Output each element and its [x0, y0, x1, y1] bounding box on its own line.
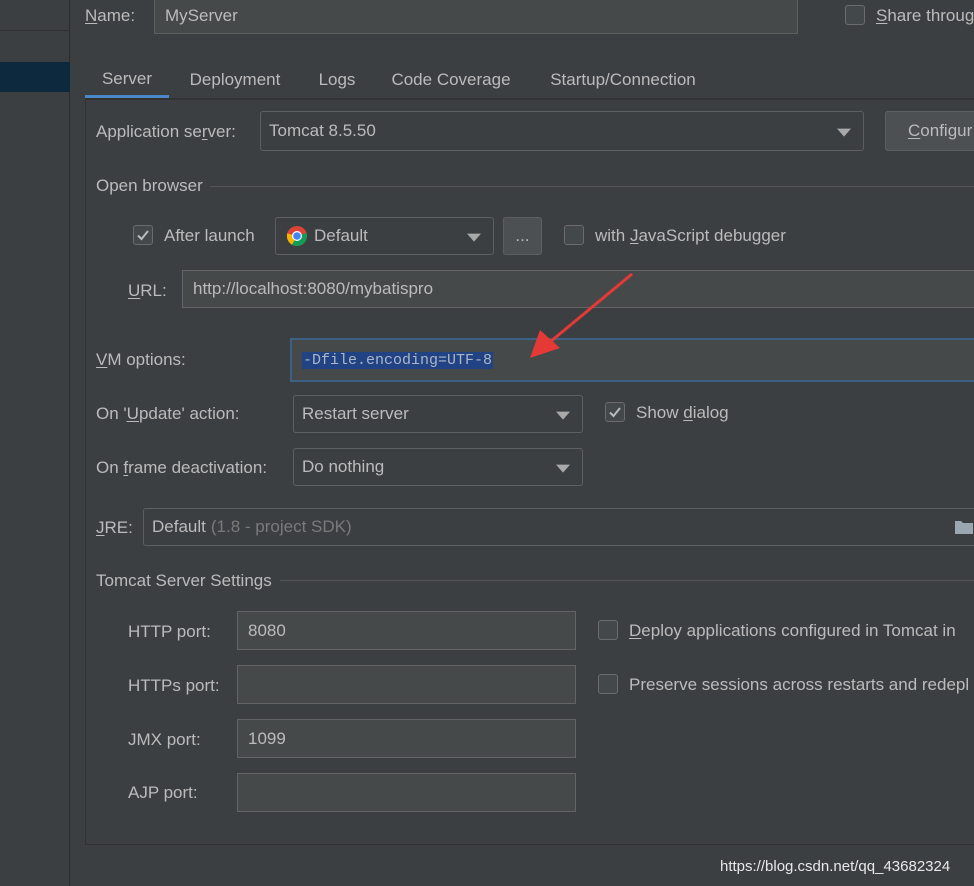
- browse-browser-button[interactable]: ...: [503, 217, 542, 255]
- chevron-down-icon: [556, 464, 570, 473]
- after-launch-checkbox[interactable]: [133, 225, 153, 245]
- checkmark-icon: [137, 230, 149, 241]
- on-update-label: On 'Update' action:: [96, 404, 240, 423]
- jre-value: Default: [152, 517, 206, 536]
- annotation-arrow-icon: [530, 272, 633, 358]
- tab-server-label: Server: [101, 68, 153, 88]
- name-field-value: MyServer: [165, 6, 238, 25]
- name-label: Name:: [85, 6, 136, 25]
- js-debugger-label: with JavaScript debugger: [595, 226, 786, 245]
- tomcat-settings-divider: [280, 580, 974, 581]
- on-update-value: Restart server: [302, 404, 409, 423]
- jmx-port-label: JMX port:: [128, 730, 201, 749]
- https-port-label: HTTPs port:: [128, 676, 220, 695]
- http-port-value: 8080: [248, 620, 286, 640]
- tab-code-coverage[interactable]: Code Coverage: [378, 62, 524, 98]
- chevron-down-icon: [556, 411, 570, 420]
- share-label-rest: hare throug: [887, 6, 974, 25]
- browser-value: Default: [314, 226, 368, 245]
- jre-label: JRE:: [96, 518, 133, 537]
- show-dialog-checkbox[interactable]: [605, 402, 625, 422]
- vm-options-label: VM options:: [96, 350, 186, 369]
- tab-server[interactable]: Server: [85, 62, 169, 98]
- tree-divider: [0, 30, 70, 31]
- chrome-icon: [286, 226, 307, 247]
- vm-options-value: -Dfile.encoding=UTF-8: [302, 351, 494, 369]
- show-dialog-label: Show dialog: [636, 403, 729, 422]
- jre-hint: (1.8 - project SDK): [210, 517, 352, 536]
- http-port-field[interactable]: 8080: [237, 611, 576, 650]
- tree-selected-row[interactable]: [0, 62, 70, 92]
- url-field-value: http://localhost:8080/mybatispro: [193, 279, 434, 298]
- jmx-port-field[interactable]: 1099: [237, 719, 576, 758]
- open-browser-divider: [210, 186, 974, 187]
- app-server-label: Application server:: [96, 122, 236, 141]
- after-launch-label: After launch: [164, 226, 255, 245]
- checkmark-icon: [609, 407, 621, 418]
- js-debugger-checkbox[interactable]: [564, 225, 584, 245]
- tab-deployment[interactable]: Deployment: [171, 62, 299, 98]
- chevron-down-icon: [467, 233, 481, 242]
- deploy-apps-checkbox[interactable]: [598, 620, 618, 640]
- preserve-sessions-checkbox[interactable]: [598, 674, 618, 694]
- configure-button[interactable]: Configur: [885, 111, 974, 151]
- on-frame-value: Do nothing: [302, 457, 385, 476]
- preserve-sessions-label: Preserve sessions across restarts and re…: [629, 675, 970, 694]
- chevron-down-icon: [837, 128, 851, 137]
- browse-button-label: ...: [515, 226, 530, 245]
- on-frame-label: On frame deactivation:: [96, 458, 268, 477]
- share-checkbox[interactable]: [845, 5, 865, 25]
- deploy-apps-label: Deploy applications configured in Tomcat…: [629, 621, 956, 640]
- tab-deployment-label: Deployment: [189, 70, 281, 89]
- url-label: URL:: [128, 281, 167, 300]
- https-port-field[interactable]: [237, 665, 576, 704]
- config-tree-panel: [0, 0, 70, 886]
- browser-select[interactable]: Default: [275, 217, 494, 255]
- folder-icon[interactable]: [954, 518, 974, 536]
- tab-logs-label: Logs: [318, 70, 356, 89]
- ajp-port-label: AJP port:: [128, 783, 198, 802]
- jre-select[interactable]: Default (1.8 - project SDK): [143, 508, 974, 546]
- watermark-url: https://blog.csdn.net/qq_43682324: [720, 858, 951, 875]
- tab-logs[interactable]: Logs: [305, 62, 369, 98]
- open-browser-title: Open browser: [96, 176, 203, 195]
- app-server-select[interactable]: Tomcat 8.5.50: [260, 111, 864, 151]
- tab-startup-connection-label: Startup/Connection: [550, 70, 696, 89]
- jmx-port-value: 1099: [248, 728, 286, 748]
- on-frame-select[interactable]: Do nothing: [293, 448, 583, 486]
- http-port-label: HTTP port:: [128, 622, 211, 641]
- name-field[interactable]: MyServer: [154, 0, 798, 34]
- configure-button-label: Configur: [908, 121, 973, 140]
- share-label: Share throug: [876, 6, 974, 25]
- tomcat-settings-title: Tomcat Server Settings: [96, 571, 272, 590]
- tab-code-coverage-label: Code Coverage: [391, 70, 511, 89]
- tab-startup-connection[interactable]: Startup/Connection: [534, 62, 712, 98]
- on-update-select[interactable]: Restart server: [293, 395, 583, 433]
- ajp-port-field[interactable]: [237, 773, 576, 812]
- app-server-value: Tomcat 8.5.50: [269, 121, 376, 140]
